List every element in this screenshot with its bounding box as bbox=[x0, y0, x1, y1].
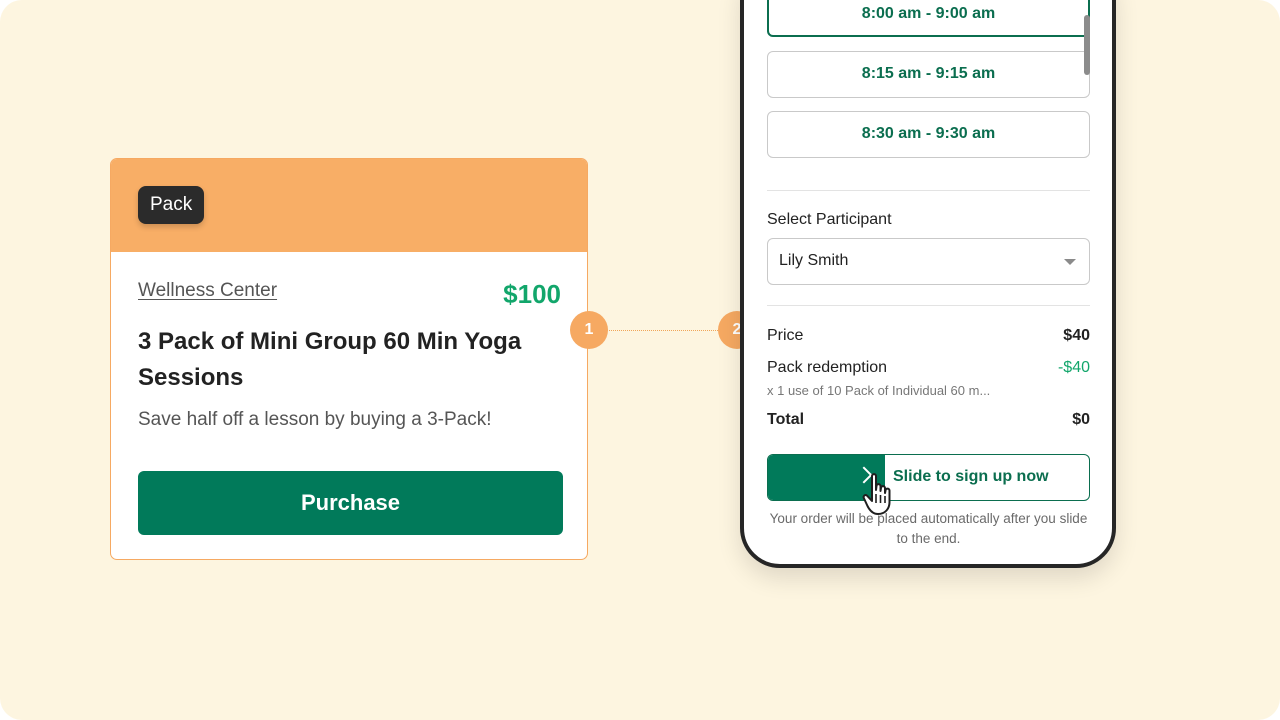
participant-select[interactable]: Lily Smith bbox=[767, 238, 1090, 285]
booking-screen: 8:00 am - 9:00 am 8:15 am - 9:15 am 8:30… bbox=[744, 0, 1112, 564]
pack-redemption-detail: x 1 use of 10 Pack of Individual 60 m... bbox=[767, 383, 991, 398]
time-slot-option[interactable]: 8:15 am - 9:15 am bbox=[767, 51, 1090, 98]
scrollbar[interactable] bbox=[1084, 15, 1090, 75]
time-slot-option[interactable]: 8:30 am - 9:30 am bbox=[767, 111, 1090, 158]
pack-badge: Pack bbox=[138, 186, 205, 224]
merchant-link[interactable]: Wellness Center bbox=[138, 280, 277, 302]
price-value: $40 bbox=[1063, 327, 1090, 344]
step-marker-1: 1 bbox=[570, 311, 608, 349]
pack-title: 3 Pack of Mini Group 60 Min Yoga Session… bbox=[138, 328, 522, 391]
participant-label: Select Participant bbox=[767, 211, 892, 228]
time-slot-option[interactable]: 8:00 am - 9:00 am bbox=[767, 0, 1090, 37]
price-label: Price bbox=[767, 327, 804, 344]
pack-redemption-value: -$40 bbox=[1057, 359, 1090, 376]
total-value: $0 bbox=[1072, 411, 1090, 428]
purchase-button[interactable]: Purchase bbox=[138, 471, 563, 535]
order-footnote: Your order will be placed automatically … bbox=[769, 511, 1088, 546]
pack-description: Save half off a lesson by buying a 3-Pac… bbox=[138, 409, 492, 430]
slide-to-sign-up-slider[interactable]: Slide to sign up now bbox=[767, 454, 1090, 501]
step-connector-line bbox=[606, 330, 726, 331]
divider bbox=[767, 305, 1090, 306]
card-header: Pack bbox=[111, 159, 587, 252]
pack-card: Pack Wellness Center $100 3 Pack of Mini… bbox=[110, 158, 588, 560]
participant-value: Lily Smith bbox=[779, 252, 849, 269]
slider-label: Slide to sign up now bbox=[893, 468, 1049, 485]
chevron-down-icon bbox=[1064, 259, 1076, 265]
total-label: Total bbox=[767, 411, 805, 428]
phone-frame: 8:00 am - 9:00 am 8:15 am - 9:15 am 8:30… bbox=[740, 0, 1116, 568]
canvas: Pack Wellness Center $100 3 Pack of Mini… bbox=[0, 0, 1280, 720]
divider bbox=[767, 190, 1090, 191]
pack-redemption-label: Pack redemption bbox=[767, 359, 888, 376]
pack-price: $100 bbox=[503, 279, 561, 309]
